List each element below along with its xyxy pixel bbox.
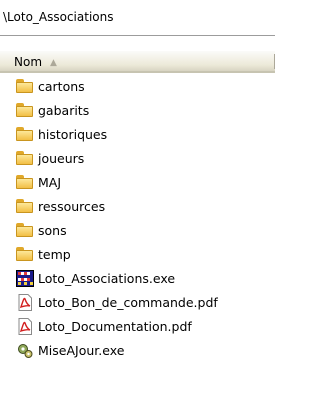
list-item[interactable]: MiseAJour.exe [0, 339, 275, 363]
sort-ascending-icon: ▲ [50, 58, 57, 68]
folder-icon [16, 78, 34, 95]
list-item[interactable]: cartons [0, 75, 275, 99]
folder-icon [16, 174, 34, 191]
path-bar: \Loto_Associations [0, 0, 275, 36]
column-header-label: Nom [14, 55, 43, 69]
item-label: ressources [38, 199, 106, 214]
folder-icon [16, 102, 34, 119]
item-label: joueurs [38, 151, 85, 166]
gear-icon [16, 342, 34, 359]
list-item[interactable]: Loto_Documentation.pdf [0, 315, 275, 339]
spacer [0, 37, 275, 51]
item-label: sons [38, 223, 67, 238]
item-label: temp [38, 247, 71, 262]
item-label: MAJ [38, 175, 62, 190]
list-item[interactable]: Loto_Associations.exe [0, 267, 275, 291]
folder-icon [16, 198, 34, 215]
file-list: cartons gabarits historiques joueurs MAJ… [0, 75, 275, 363]
folder-icon [16, 246, 34, 263]
folder-icon [16, 126, 34, 143]
item-label: Loto_Associations.exe [38, 271, 176, 286]
loto-grid-icon [16, 270, 34, 287]
list-item[interactable]: Loto_Bon_de_commande.pdf [0, 291, 275, 315]
folder-icon [16, 150, 34, 167]
item-label: Loto_Bon_de_commande.pdf [38, 295, 218, 310]
item-label: MiseAJour.exe [38, 343, 125, 358]
item-label: historiques [38, 127, 108, 142]
folder-icon [16, 222, 34, 239]
pdf-icon [16, 294, 34, 311]
item-label: Loto_Documentation.pdf [38, 319, 192, 334]
list-item[interactable]: sons [0, 219, 275, 243]
item-label: gabarits [38, 103, 90, 118]
list-item[interactable]: historiques [0, 123, 275, 147]
list-item[interactable]: ressources [0, 195, 275, 219]
list-item[interactable]: joueurs [0, 147, 275, 171]
column-header-name[interactable]: Nom ▲ [14, 55, 57, 69]
list-item[interactable]: temp [0, 243, 275, 267]
path-text: \Loto_Associations [3, 10, 114, 24]
column-divider[interactable] [274, 54, 275, 69]
list-item[interactable]: gabarits [0, 99, 275, 123]
list-item[interactable]: MAJ [0, 171, 275, 195]
pdf-icon [16, 318, 34, 335]
column-header-row: Nom ▲ [0, 51, 275, 73]
item-label: cartons [38, 79, 85, 94]
